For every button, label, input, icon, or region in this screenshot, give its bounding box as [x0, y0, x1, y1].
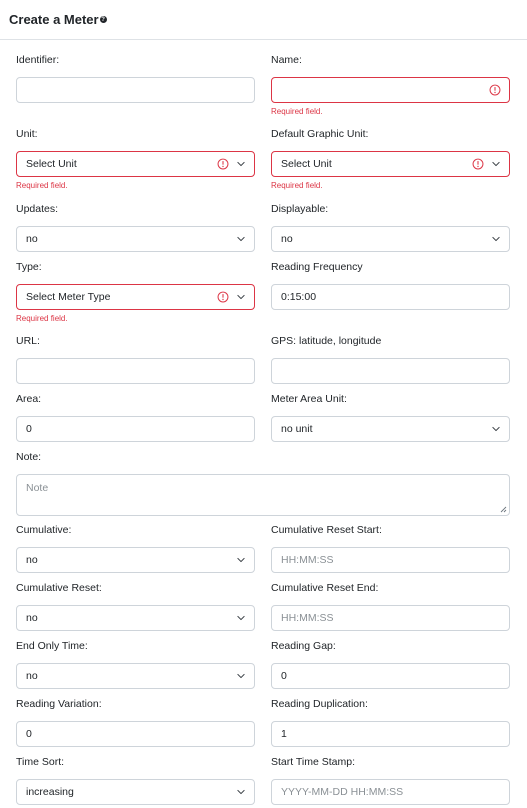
- displayable-label: Displayable:: [271, 203, 329, 215]
- gps-input[interactable]: [271, 358, 510, 384]
- reading-variation-input[interactable]: 0: [16, 721, 255, 747]
- cumulative-group: Cumulative: no: [16, 523, 255, 573]
- area-input[interactable]: 0: [16, 416, 255, 442]
- type-error: Required field.: [16, 314, 68, 323]
- end-only-time-group: End Only Time: no: [16, 639, 255, 689]
- default-graphic-unit-label: Default Graphic Unit:: [271, 128, 369, 140]
- area-label: Area:: [16, 393, 42, 405]
- chevron-down-icon: [236, 159, 246, 169]
- url-input[interactable]: [16, 358, 255, 384]
- updates-label: Updates:: [16, 203, 59, 215]
- page-title: Create a Meter: [9, 12, 99, 27]
- chevron-down-icon: [236, 292, 246, 302]
- url-group: URL:: [16, 334, 255, 384]
- time-sort-label: Time Sort:: [16, 756, 65, 768]
- cumulative-reset-group: Cumulative Reset: no: [16, 581, 255, 631]
- error-icon: [489, 84, 501, 96]
- reading-duplication-group: Reading Duplication: 1: [271, 697, 510, 747]
- meter-area-unit-group: Meter Area Unit: no unit: [271, 392, 510, 442]
- chevron-down-icon: [491, 159, 501, 169]
- default-graphic-unit-group: Default Graphic Unit: Select Unit Requir…: [271, 127, 510, 191]
- error-icon: [217, 291, 229, 303]
- identifier-input[interactable]: [16, 77, 255, 103]
- chevron-down-icon: [236, 555, 246, 565]
- identifier-label: Identifier:: [16, 54, 60, 66]
- reading-variation-label: Reading Variation:: [16, 698, 102, 710]
- note-group: Note: Note: [16, 450, 510, 516]
- reading-frequency-input[interactable]: 0:15:00: [271, 284, 510, 310]
- cumulative-reset-start-group: Cumulative Reset Start: HH:MM:SS: [271, 523, 510, 573]
- meter-area-unit-select[interactable]: no unit: [271, 416, 510, 442]
- updates-group: Updates: no: [16, 202, 255, 252]
- reading-duplication-input[interactable]: 1: [271, 721, 510, 747]
- chevron-down-icon: [236, 234, 246, 244]
- name-label: Name:: [271, 54, 302, 66]
- help-icon[interactable]: ?: [99, 16, 107, 23]
- cumulative-label: Cumulative:: [16, 524, 72, 536]
- unit-label: Unit:: [16, 128, 38, 140]
- chevron-down-icon: [236, 613, 246, 623]
- cumulative-reset-start-input[interactable]: HH:MM:SS: [271, 547, 510, 573]
- cumulative-reset-label: Cumulative Reset:: [16, 582, 102, 594]
- cumulative-reset-start-label: Cumulative Reset Start:: [271, 524, 382, 536]
- meter-area-unit-label: Meter Area Unit:: [271, 393, 347, 405]
- cumulative-reset-end-input[interactable]: HH:MM:SS: [271, 605, 510, 631]
- start-time-stamp-group: Start Time Stamp: YYYY-MM-DD HH:MM:SS: [271, 755, 510, 805]
- type-select[interactable]: Select Meter Type: [16, 284, 255, 310]
- cumulative-reset-select[interactable]: no: [16, 605, 255, 631]
- resize-handle-icon[interactable]: [499, 505, 507, 513]
- unit-error: Required field.: [16, 181, 68, 190]
- reading-gap-input[interactable]: 0: [271, 663, 510, 689]
- displayable-select[interactable]: no: [271, 226, 510, 252]
- start-time-stamp-input[interactable]: YYYY-MM-DD HH:MM:SS: [271, 779, 510, 805]
- chevron-down-icon: [491, 234, 501, 244]
- chevron-down-icon: [491, 424, 501, 434]
- gps-group: GPS: latitude, longitude: [271, 334, 510, 384]
- reading-gap-group: Reading Gap: 0: [271, 639, 510, 689]
- note-label: Note:: [16, 451, 42, 463]
- note-textarea[interactable]: Note: [16, 474, 510, 516]
- gps-label: GPS: latitude, longitude: [271, 335, 382, 347]
- name-error: Required field.: [271, 107, 323, 116]
- reading-variation-group: Reading Variation: 0: [16, 697, 255, 747]
- start-time-stamp-label: Start Time Stamp:: [271, 756, 356, 768]
- updates-select[interactable]: no: [16, 226, 255, 252]
- end-only-time-label: End Only Time:: [16, 640, 88, 652]
- identifier-group: Identifier:: [16, 53, 255, 103]
- time-sort-select[interactable]: increasing: [16, 779, 255, 805]
- cumulative-reset-end-label: Cumulative Reset End:: [271, 582, 379, 594]
- type-group: Type: Select Meter Type Required field.: [16, 260, 255, 324]
- time-sort-group: Time Sort: increasing: [16, 755, 255, 805]
- default-graphic-unit-select[interactable]: Select Unit: [271, 151, 510, 177]
- default-graphic-unit-error: Required field.: [271, 181, 323, 190]
- name-input[interactable]: [271, 77, 510, 103]
- chevron-down-icon: [236, 671, 246, 681]
- url-label: URL:: [16, 335, 40, 347]
- unit-group: Unit: Select Unit Required field.: [16, 127, 255, 191]
- area-group: Area: 0: [16, 392, 255, 442]
- reading-duplication-label: Reading Duplication:: [271, 698, 368, 710]
- error-icon: [217, 158, 229, 170]
- modal-header: Create a Meter ?: [0, 0, 527, 40]
- cumulative-select[interactable]: no: [16, 547, 255, 573]
- displayable-group: Displayable: no: [271, 202, 510, 252]
- name-group: Name: Required field.: [271, 53, 510, 117]
- reading-frequency-label: Reading Frequency: [271, 261, 363, 273]
- error-icon: [472, 158, 484, 170]
- cumulative-reset-end-group: Cumulative Reset End: HH:MM:SS: [271, 581, 510, 631]
- end-only-time-select[interactable]: no: [16, 663, 255, 689]
- reading-gap-label: Reading Gap:: [271, 640, 336, 652]
- reading-frequency-group: Reading Frequency 0:15:00: [271, 260, 510, 310]
- chevron-down-icon: [236, 787, 246, 797]
- type-label: Type:: [16, 261, 42, 273]
- unit-select[interactable]: Select Unit: [16, 151, 255, 177]
